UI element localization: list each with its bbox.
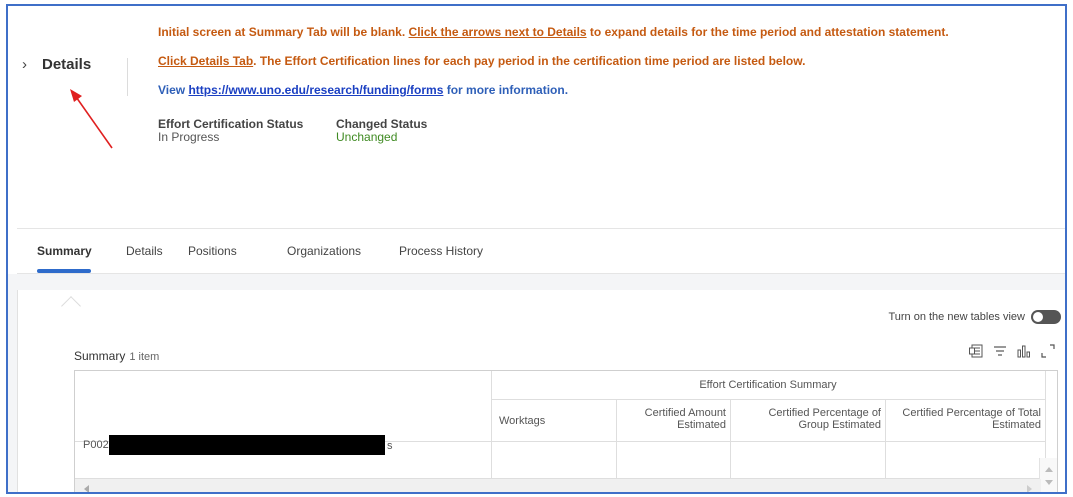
column-header-worktags[interactable]: Worktags (499, 415, 609, 427)
new-tables-view-toggle: Turn on the new tables view (888, 310, 1061, 324)
group-header: Effort Certification Summary (699, 379, 837, 391)
details-header: › Details Initial screen at Summary Tab … (8, 6, 1065, 228)
instruction-text: Initial screen at Summary Tab will be bl… (158, 25, 409, 39)
instruction-line-3: View https://www.uno.edu/research/fundin… (158, 82, 949, 111)
export-excel-icon[interactable] (969, 344, 983, 358)
effort-status-value: In Progress (158, 130, 220, 144)
table-toolbar (969, 344, 1055, 358)
header-divider (127, 58, 128, 96)
instruction-line-2: Click Details Tab. The Effort Certificat… (158, 53, 949, 82)
summary-heading: Summary 1 item (74, 349, 159, 363)
redaction-bar (109, 435, 385, 455)
row-worktag-prefix: P002 (83, 439, 109, 451)
summary-card: Turn on the new tables view Summary 1 ite… (17, 290, 1065, 493)
app-frame: › Details Initial screen at Summary Tab … (6, 4, 1067, 494)
instruction-text: to expand details for the time period an… (586, 25, 949, 39)
chevron-right-icon[interactable]: › (22, 57, 32, 72)
instructions: Initial screen at Summary Tab will be bl… (158, 24, 949, 111)
toggle-label: Turn on the new tables view (888, 311, 1025, 323)
instruction-line-1: Initial screen at Summary Tab will be bl… (158, 24, 949, 53)
scroll-arrows-horizontal (84, 485, 1032, 493)
summary-table: Effort Certification Summary Worktags Ce… (74, 370, 1058, 493)
annotation-arrow-icon (70, 89, 113, 149)
column-header-certified-amount[interactable]: Certified Amount Estimated (620, 407, 726, 431)
grid-line (491, 399, 1045, 400)
grid-line (730, 399, 731, 479)
details-title: Details (42, 56, 92, 73)
instruction-underlined-text: Click the arrows next to Details (408, 25, 587, 39)
chart-icon[interactable] (1017, 344, 1031, 358)
horizontal-scrollbar[interactable] (75, 479, 1041, 493)
summary-count: 1 item (129, 351, 160, 363)
filter-icon[interactable] (993, 344, 1007, 358)
grid-line (885, 399, 886, 479)
instruction-text: for more information. (443, 83, 569, 97)
toggle-knob (1033, 312, 1043, 322)
instruction-text: View (158, 83, 189, 97)
details-expand-toggle[interactable]: › Details (22, 56, 91, 73)
fullscreen-icon[interactable] (1041, 344, 1055, 358)
tab-details[interactable]: Details (126, 244, 163, 258)
forms-link[interactable]: https://www.uno.edu/research/funding/for… (188, 83, 443, 97)
scroll-right-icon[interactable] (1027, 485, 1032, 493)
vertical-scrollbar[interactable] (1039, 458, 1057, 492)
active-tab-indicator (37, 269, 91, 273)
grid-line (616, 399, 617, 479)
tab-pointer (61, 296, 81, 316)
scroll-up-icon[interactable] (1045, 467, 1053, 472)
tab-organizations[interactable]: Organizations (287, 244, 361, 258)
column-header-certified-pct-total[interactable]: Certified Percentage of Total Estimated (889, 407, 1041, 431)
scroll-left-icon[interactable] (84, 485, 89, 493)
toggle-switch[interactable] (1031, 310, 1061, 324)
tab-positions[interactable]: Positions (188, 244, 237, 258)
row-worktag-suffix: s (387, 440, 393, 452)
changed-status: Changed Status Unchanged (336, 118, 427, 144)
effort-status: Effort Certification Status In Progress (158, 118, 303, 144)
instruction-underlined-text: Click Details Tab (158, 54, 254, 68)
summary-title: Summary (74, 349, 126, 363)
scroll-down-icon[interactable] (1045, 480, 1053, 485)
tab-bar: Summary Details Positions Organizations … (17, 228, 1065, 274)
instruction-text: . The Effort Certification lines for eac… (253, 54, 806, 68)
tab-content: Turn on the new tables view Summary 1 ite… (8, 274, 1065, 493)
tab-process-history[interactable]: Process History (399, 244, 483, 258)
tab-summary[interactable]: Summary (37, 244, 92, 258)
changed-status-value: Unchanged (336, 130, 398, 144)
column-header-certified-pct-group[interactable]: Certified Percentage of Group Estimated (737, 407, 881, 431)
scroll-arrows (1045, 467, 1053, 485)
